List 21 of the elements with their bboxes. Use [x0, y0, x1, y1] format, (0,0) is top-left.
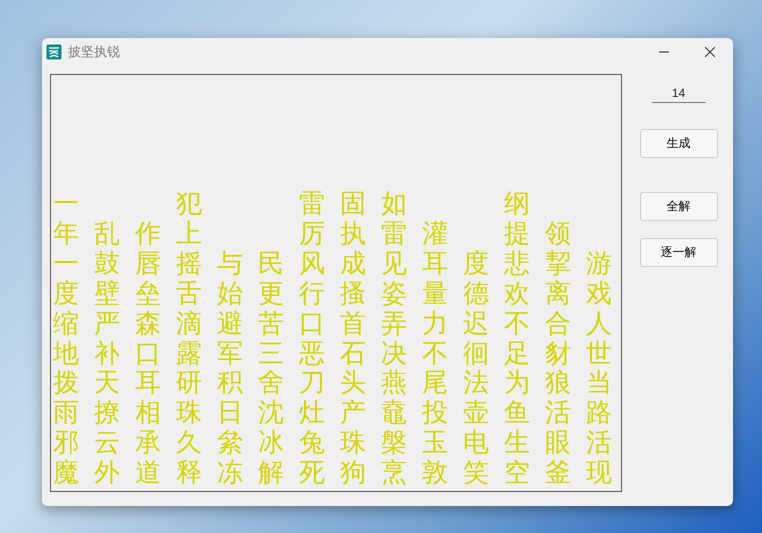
solve-button[interactable]: 全解: [640, 192, 718, 221]
count-field[interactable]: 14: [652, 84, 706, 103]
idiom-column: 领挈离合豺狼活眼釜: [545, 220, 571, 489]
idiom-column: 乱鼓壁严补天撩云外: [94, 220, 120, 489]
idiom-column: 作唇垒森口耳相承道: [135, 220, 161, 489]
idiom-column: 纲提悲欢不足为鱼生空: [504, 190, 530, 489]
close-icon: [705, 47, 715, 57]
idiom-column: 民更苦三舍沈冰解: [258, 250, 284, 489]
idiom-column: 度德迟徊法壶电笑: [463, 250, 489, 489]
idiom-column: 犯上摇舌滴露研珠久释: [176, 190, 202, 489]
idiom-column: 灌耳量力不尾投玉敦: [422, 220, 448, 489]
idiom-column: 如雷见姿弄决燕鼀槃烹: [381, 190, 407, 489]
solve-button[interactable]: 逐一解: [640, 238, 718, 267]
idiom-column: 一年一度缩地拨雨邪魔: [53, 190, 79, 489]
window-title: 披坚执锐: [68, 43, 120, 61]
idiom-column: 固执成搔首石头产珠狗: [340, 190, 366, 489]
idiom-column: 游戏人世当路活现: [586, 250, 612, 489]
idiom-column: 与始避军积日絫冻: [217, 250, 243, 489]
app-icon: [46, 44, 62, 60]
idiom-column: 雷厉风行口恶刀灶兔死: [299, 190, 325, 489]
generate-button[interactable]: 生成: [640, 129, 718, 158]
